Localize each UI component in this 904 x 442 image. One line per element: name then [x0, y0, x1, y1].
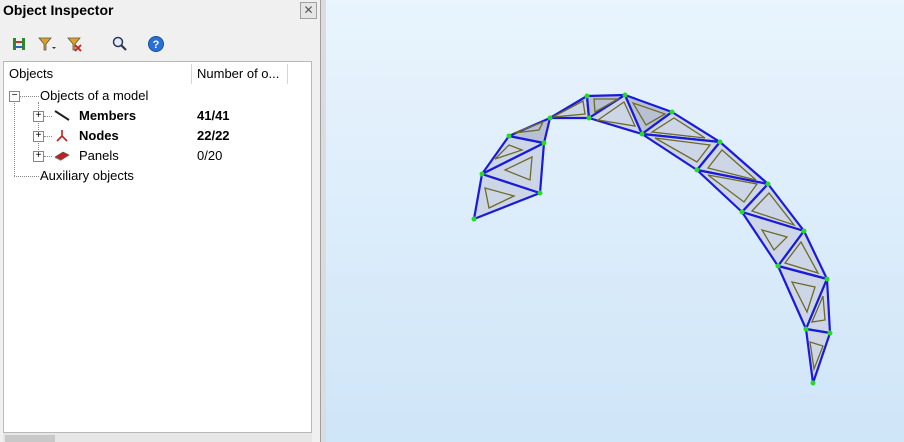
node — [810, 380, 816, 386]
object-tree: Objects Number of o... − Objects of a mo… — [3, 61, 312, 433]
node — [803, 326, 809, 332]
node — [824, 276, 830, 282]
filter-dropdown-icon[interactable] — [37, 35, 59, 53]
tree-line — [14, 96, 15, 176]
column-separator — [287, 64, 288, 84]
tree-line — [44, 116, 52, 117]
tree-line — [19, 96, 39, 97]
node — [586, 115, 592, 121]
arch-model — [471, 92, 833, 386]
node — [717, 139, 723, 145]
inspector-title-bar: Object Inspector ✕ — [0, 0, 320, 22]
node-icon — [56, 130, 68, 142]
find-icon[interactable] — [111, 35, 129, 53]
tree-item-panels[interactable]: Panels — [79, 146, 119, 166]
node — [827, 330, 833, 336]
inspector-title: Object Inspector — [3, 2, 114, 18]
tree-item-nodes[interactable]: Nodes — [79, 126, 119, 146]
node — [547, 115, 553, 121]
node — [765, 181, 771, 187]
tree-item-auxiliary[interactable]: Auxiliary objects — [40, 166, 134, 186]
node — [506, 133, 512, 139]
expand-toggle[interactable]: + — [33, 151, 44, 162]
expand-toggle[interactable]: + — [33, 131, 44, 142]
panels-count: 0/20 — [197, 148, 223, 163]
column-header-number[interactable]: Number of o... — [197, 62, 297, 86]
node — [479, 171, 485, 177]
member-icon — [54, 110, 70, 121]
node — [584, 93, 590, 99]
members-count: 41/41 — [197, 108, 230, 123]
panel — [804, 327, 832, 385]
node — [739, 209, 745, 215]
tree-line — [44, 156, 52, 157]
node — [622, 92, 628, 98]
filter-clear-icon[interactable] — [66, 35, 84, 53]
node — [694, 167, 700, 173]
panel-icon — [54, 151, 70, 161]
node — [537, 190, 543, 196]
tree-item-root[interactable]: Objects of a model — [40, 86, 148, 106]
model-icon[interactable] — [10, 35, 28, 53]
node — [541, 140, 547, 146]
tree-line — [14, 176, 39, 177]
node — [669, 109, 675, 115]
model-viewport[interactable] — [326, 0, 904, 442]
tree-line — [44, 136, 52, 137]
expand-toggle[interactable]: + — [33, 111, 44, 122]
column-separator — [191, 64, 192, 84]
collapse-toggle[interactable]: − — [9, 91, 20, 102]
node — [471, 216, 477, 222]
horizontal-scrollbar[interactable] — [3, 433, 312, 442]
close-icon[interactable]: ✕ — [300, 2, 317, 19]
help-icon[interactable]: ? — [147, 35, 165, 53]
scrollbar-thumb[interactable] — [5, 435, 55, 442]
node — [775, 263, 781, 269]
nodes-count: 22/22 — [197, 128, 230, 143]
tree-item-members[interactable]: Members — [79, 106, 136, 126]
column-header-objects[interactable]: Objects — [9, 62, 189, 86]
node — [801, 228, 807, 234]
svg-text:?: ? — [153, 39, 160, 51]
node — [639, 131, 645, 137]
inspector-toolbar: ? — [0, 30, 320, 58]
object-inspector-panel: Object Inspector ✕ ? Objects Number of o… — [0, 0, 320, 442]
